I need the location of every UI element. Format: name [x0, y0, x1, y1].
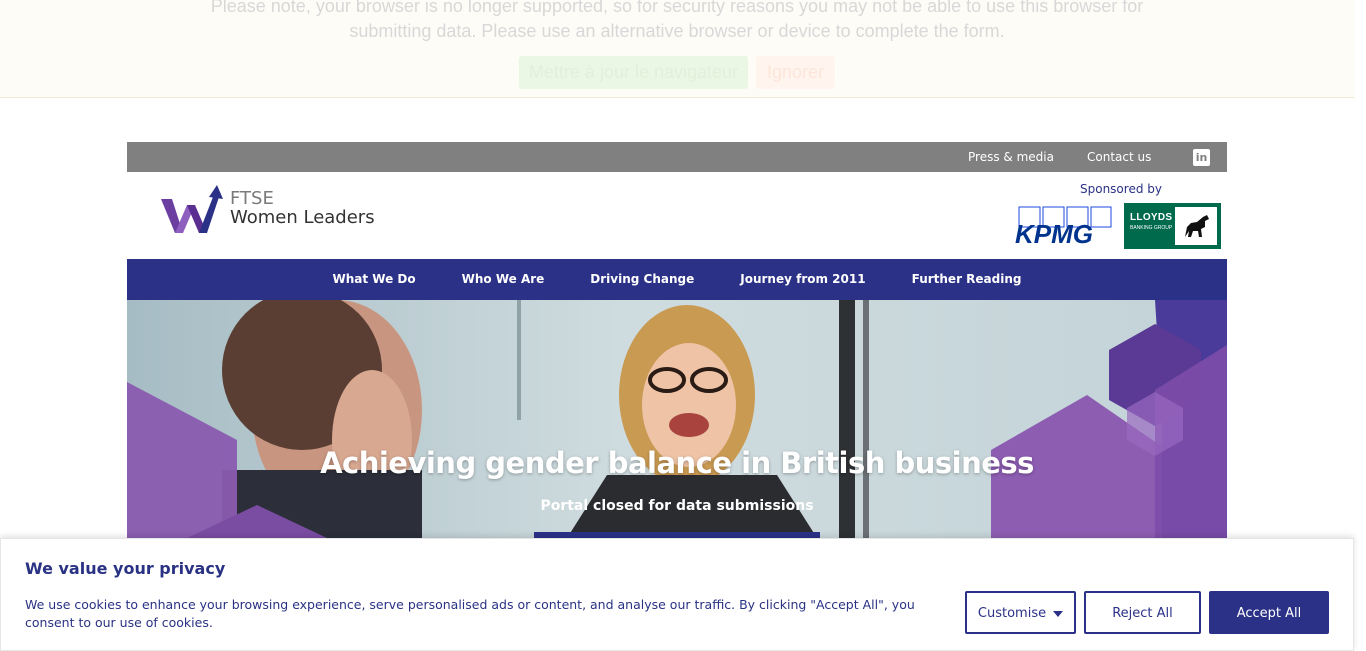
kpmg-logo[interactable]: KPMG: [1015, 206, 1113, 246]
nav-item-what-we-do[interactable]: What We Do: [333, 259, 416, 300]
lloyds-logo[interactable]: LLOYDS BANKING GROUP: [1124, 203, 1221, 249]
cookie-banner: We value your privacy We use cookies to …: [0, 538, 1354, 651]
caret-down-icon: [1053, 610, 1064, 617]
linkedin-icon[interactable]: in: [1193, 149, 1210, 166]
nav-item-driving-change[interactable]: Driving Change: [590, 259, 694, 300]
logo-text-ftse: FTSE: [230, 188, 274, 209]
nav-item-further-reading[interactable]: Further Reading: [912, 259, 1022, 300]
cookie-banner-text: We use cookies to enhance your browsing …: [25, 597, 915, 630]
hero-subtitle: Portal closed for data submissions: [540, 498, 814, 514]
ignore-button[interactable]: Ignorer: [756, 56, 836, 89]
contact-us-link[interactable]: Contact us: [1087, 142, 1151, 172]
sponsored-by-label: Sponsored by: [1080, 182, 1162, 196]
lloyds-sub: BANKING GROUP: [1130, 225, 1173, 231]
main-nav: What We Do Who We Are Driving Change Jou…: [127, 259, 1227, 300]
logo-text-women-leaders: Women Leaders: [230, 207, 375, 228]
ftse-women-leaders-logo-icon[interactable]: [159, 183, 224, 238]
hero-banner: Achieving gender balance in British busi…: [127, 300, 1227, 538]
customise-button[interactable]: Customise: [965, 591, 1076, 634]
lloyds-name: LLOYDS: [1130, 212, 1173, 223]
hero-title: Achieving gender balance in British busi…: [320, 446, 1034, 480]
site: Press & media Contact us in FTSE Women L…: [127, 142, 1227, 538]
nav-item-journey-from-2011[interactable]: Journey from 2011: [740, 259, 865, 300]
nav-item-who-we-are[interactable]: Who We Are: [462, 259, 545, 300]
black-horse-icon: [1175, 207, 1217, 245]
update-browser-button[interactable]: Mettre à jour le navigateur: [518, 56, 749, 89]
kpmg-logo-text: KPMG: [1015, 219, 1093, 246]
browser-notice-text: Please note, your browser is no longer s…: [210, 0, 1144, 41]
cookie-banner-title: We value your privacy: [25, 559, 226, 578]
reject-all-button[interactable]: Reject All: [1084, 591, 1201, 634]
browser-notice: Please note, your browser is no longer s…: [0, 0, 1354, 98]
press-media-link[interactable]: Press & media: [968, 142, 1054, 172]
accept-all-button[interactable]: Accept All: [1209, 591, 1329, 634]
site-header: FTSE Women Leaders Sponsored by KPMG LLO…: [127, 172, 1227, 259]
top-bar: Press & media Contact us in: [127, 142, 1227, 172]
browser-notice-actions: Mettre à jour le navigateur Ignorer: [0, 56, 1354, 89]
customise-label: Customise: [977, 606, 1047, 621]
